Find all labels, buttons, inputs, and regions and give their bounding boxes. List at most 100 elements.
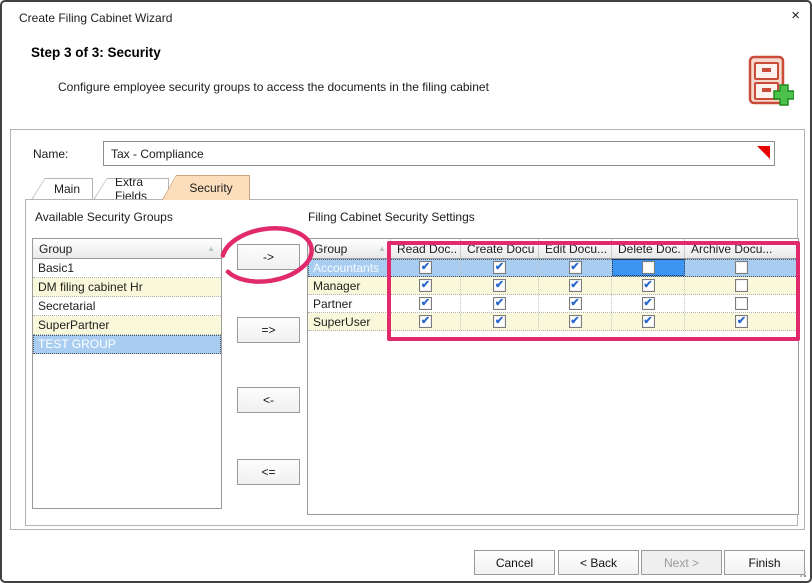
close-icon[interactable]: ×: [791, 9, 800, 23]
name-label: Name:: [33, 147, 68, 161]
list-item[interactable]: Basic1: [33, 259, 221, 278]
permission-cell[interactable]: [685, 295, 798, 312]
permission-cell[interactable]: [612, 259, 685, 276]
back-button[interactable]: < Back: [558, 550, 639, 575]
column-header[interactable]: Delete Doc...: [612, 239, 685, 258]
footer: Cancel< BackNext >Finish: [2, 548, 810, 578]
column-header[interactable]: Read Doc...: [391, 239, 461, 258]
permission-cell[interactable]: ✔: [685, 313, 798, 330]
window-title: Create Filing Cabinet Wizard: [19, 11, 172, 25]
checkbox-checked-icon[interactable]: ✔: [642, 315, 655, 328]
next-button: Next >: [641, 550, 722, 575]
available-groups-list-body: Basic1DM filing cabinet HrSecretarialSup…: [33, 259, 221, 508]
cancel-button[interactable]: Cancel: [474, 550, 555, 575]
checkbox-checked-icon[interactable]: ✔: [735, 315, 748, 328]
permission-cell[interactable]: ✔: [539, 259, 612, 276]
name-value: Tax - Compliance: [111, 147, 204, 161]
column-header-label: Delete Doc...: [618, 242, 680, 256]
tab-security[interactable]: Security: [162, 175, 250, 200]
permission-cell[interactable]: ✔: [461, 259, 539, 276]
list-item[interactable]: DM filing cabinet Hr: [33, 278, 221, 297]
table-row[interactable]: Manager ✔ ✔ ✔ ✔: [308, 277, 798, 295]
checkbox-checked-icon[interactable]: ✔: [493, 279, 506, 292]
column-header-label: Read Doc...: [397, 242, 456, 256]
checkbox-unchecked-icon[interactable]: [735, 297, 748, 310]
column-header[interactable]: Edit Docu...: [539, 239, 612, 258]
checkbox-checked-icon[interactable]: ✔: [569, 297, 582, 310]
permission-cell[interactable]: ✔: [612, 295, 685, 312]
permission-cell[interactable]: ✔: [612, 313, 685, 330]
filing-cabinet-add-icon: [744, 54, 794, 110]
permission-cell[interactable]: ✔: [461, 313, 539, 330]
column-header-label: Create Docu...: [467, 242, 534, 256]
security-settings-label: Filing Cabinet Security Settings: [308, 210, 475, 224]
checkbox-checked-icon[interactable]: ✔: [493, 297, 506, 310]
tab-main[interactable]: Main: [31, 178, 93, 200]
permission-cell[interactable]: ✔: [539, 295, 612, 312]
transfer-buttons: -> => <- <=: [237, 200, 301, 525]
column-header[interactable]: Create Docu...: [461, 239, 539, 258]
permission-cell[interactable]: ✔: [391, 295, 461, 312]
move-selected-left-button[interactable]: <-: [237, 387, 300, 413]
checkbox-checked-icon[interactable]: ✔: [419, 261, 432, 274]
checkbox-checked-icon[interactable]: ✔: [642, 297, 655, 310]
move-all-right-button[interactable]: =>: [237, 317, 300, 343]
validation-marker-icon: [757, 146, 770, 159]
permission-cell[interactable]: [685, 259, 798, 276]
move-all-left-button[interactable]: <=: [237, 459, 300, 485]
settings-header-row: Group▲ Read Doc... Create Docu... Edit Docu…: [308, 239, 798, 259]
finish-button[interactable]: Finish: [724, 550, 805, 575]
checkbox-checked-icon[interactable]: ✔: [569, 279, 582, 292]
list-item[interactable]: TEST GROUP: [33, 335, 221, 354]
checkbox-checked-icon[interactable]: ✔: [642, 279, 655, 292]
permission-cell[interactable]: ✔: [612, 277, 685, 294]
tab-extra-fields[interactable]: Extra Fields: [93, 178, 169, 200]
tab-label: Main: [32, 182, 92, 196]
permission-cell[interactable]: ✔: [461, 295, 539, 312]
resize-grip[interactable]: [797, 568, 806, 577]
permission-cell[interactable]: ✔: [391, 277, 461, 294]
wizard-groupbox: Name: Tax - Compliance MainExtra FieldsS…: [10, 129, 805, 530]
permission-cell[interactable]: ✔: [461, 277, 539, 294]
table-row[interactable]: SuperUser ✔ ✔ ✔ ✔ ✔: [308, 313, 798, 331]
checkbox-unchecked-icon[interactable]: [642, 261, 655, 274]
column-header-label: Edit Docu...: [545, 242, 607, 256]
create-filing-cabinet-wizard-dialog: Create Filing Cabinet Wizard × Step 3 of…: [0, 0, 812, 583]
checkbox-unchecked-icon[interactable]: [735, 261, 748, 274]
tab-label: Security: [167, 181, 244, 195]
column-header-label: Group: [314, 242, 378, 256]
checkbox-unchecked-icon[interactable]: [735, 279, 748, 292]
permission-cell[interactable]: ✔: [539, 277, 612, 294]
column-header[interactable]: Archive Docu...: [685, 239, 798, 258]
checkbox-checked-icon[interactable]: ✔: [419, 279, 432, 292]
column-header-label: Group: [39, 242, 207, 256]
move-selected-right-button[interactable]: ->: [237, 244, 300, 270]
available-groups-list: Group ▲ Basic1DM filing cabinet HrSecret…: [32, 238, 222, 509]
titlebar: Create Filing Cabinet Wizard ×: [2, 2, 810, 32]
permission-cell[interactable]: ✔: [391, 259, 461, 276]
group-name-cell: Manager: [308, 277, 391, 294]
available-groups-label: Available Security Groups: [35, 210, 173, 224]
checkbox-checked-icon[interactable]: ✔: [569, 315, 582, 328]
checkbox-checked-icon[interactable]: ✔: [493, 261, 506, 274]
list-item[interactable]: SuperPartner: [33, 316, 221, 335]
tab-bar: MainExtra FieldsSecurity: [31, 175, 250, 200]
group-name-cell: SuperUser: [308, 313, 391, 330]
security-tab-panel: Available Security Groups Filing Cabinet…: [25, 199, 798, 526]
checkbox-checked-icon[interactable]: ✔: [569, 261, 582, 274]
list-item[interactable]: Secretarial: [33, 297, 221, 316]
checkbox-checked-icon[interactable]: ✔: [493, 315, 506, 328]
column-header-label: Archive Docu...: [691, 242, 794, 256]
permission-cell[interactable]: ✔: [539, 313, 612, 330]
permission-cell[interactable]: [685, 277, 798, 294]
name-input[interactable]: Tax - Compliance: [103, 141, 775, 166]
checkbox-checked-icon[interactable]: ✔: [419, 315, 432, 328]
table-row[interactable]: Accountants✔✔✔: [308, 259, 798, 277]
table-row[interactable]: Partner ✔ ✔ ✔ ✔: [308, 295, 798, 313]
column-header[interactable]: Group▲: [308, 239, 391, 258]
group-name-cell: Partner: [308, 295, 391, 312]
available-groups-column-header[interactable]: Group ▲: [33, 239, 221, 259]
checkbox-checked-icon[interactable]: ✔: [419, 297, 432, 310]
settings-table-body: Accountants✔✔✔Manager✔✔✔✔Partner✔✔✔✔Supe…: [308, 259, 798, 331]
permission-cell[interactable]: ✔: [391, 313, 461, 330]
